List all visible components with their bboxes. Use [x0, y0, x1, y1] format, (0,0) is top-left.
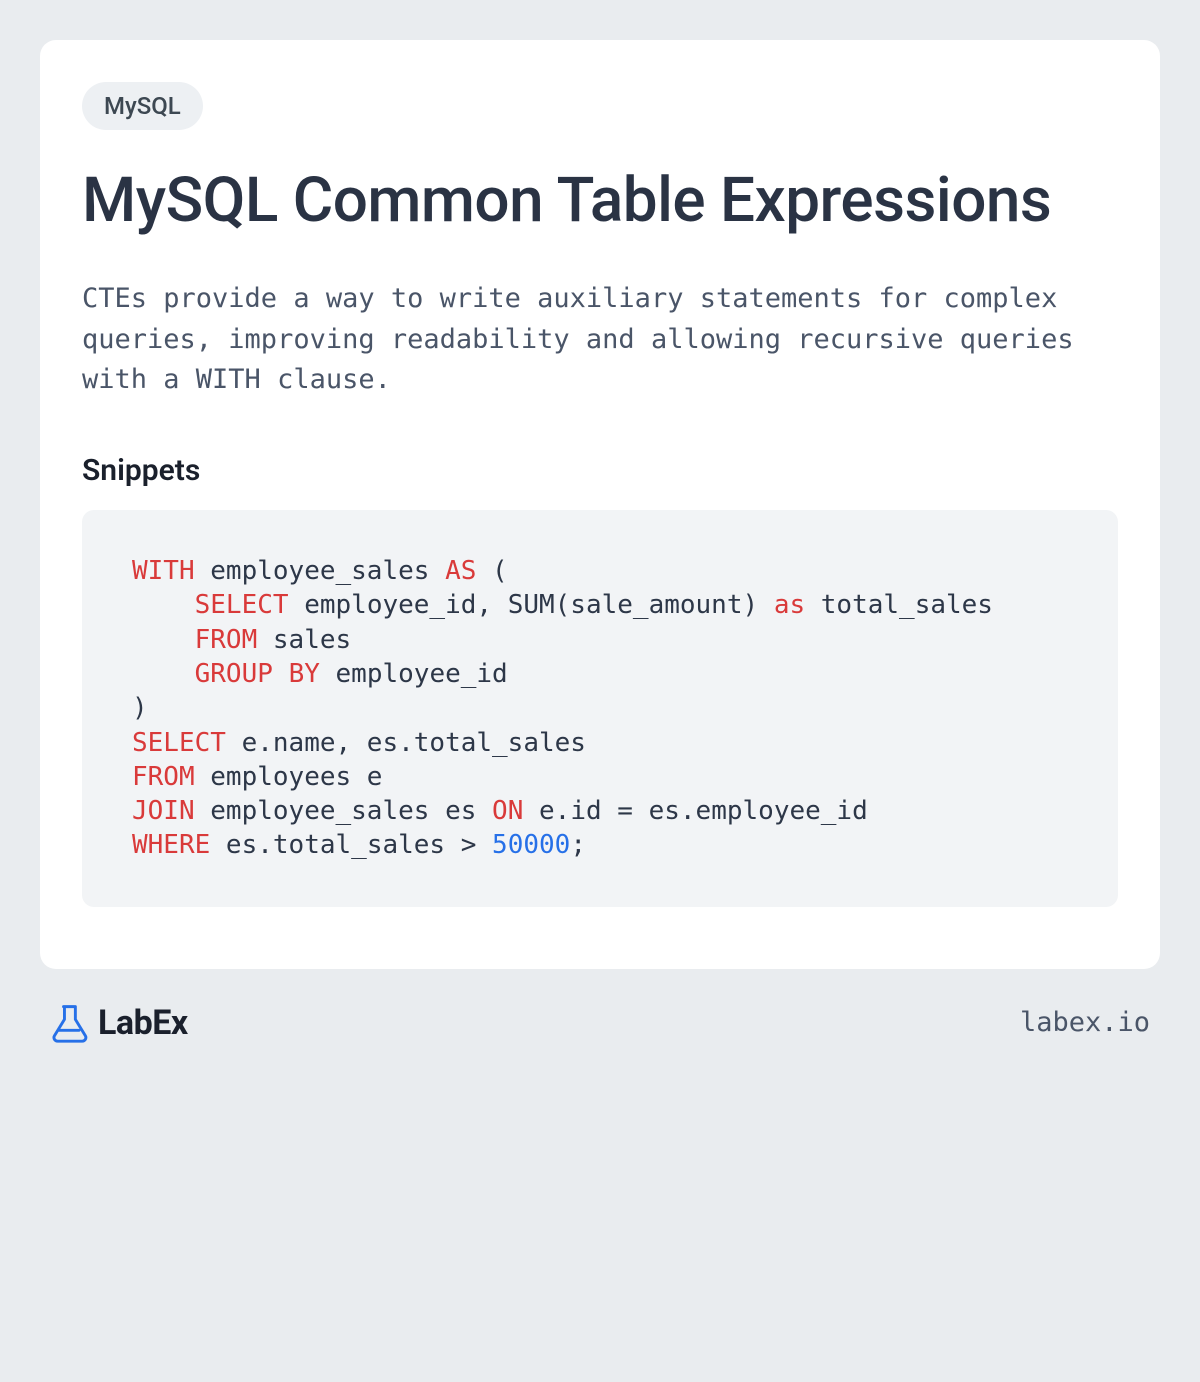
- site-url: labex.io: [1020, 1007, 1150, 1038]
- page-title: MySQL Common Table Expressions: [82, 166, 1118, 235]
- brand-logo: LabEx: [50, 1003, 188, 1043]
- brand-name: LabEx: [98, 1003, 188, 1043]
- snippets-heading: Snippets: [82, 453, 1118, 488]
- flask-icon: [50, 1003, 88, 1043]
- description-text: CTEs provide a way to write auxiliary st…: [82, 279, 1118, 401]
- content-card: MySQL MySQL Common Table Expressions CTE…: [40, 40, 1160, 969]
- category-tag: MySQL: [82, 82, 203, 130]
- footer: LabEx labex.io: [40, 969, 1160, 1043]
- code-snippet: WITH employee_sales AS ( SELECT employee…: [82, 510, 1118, 907]
